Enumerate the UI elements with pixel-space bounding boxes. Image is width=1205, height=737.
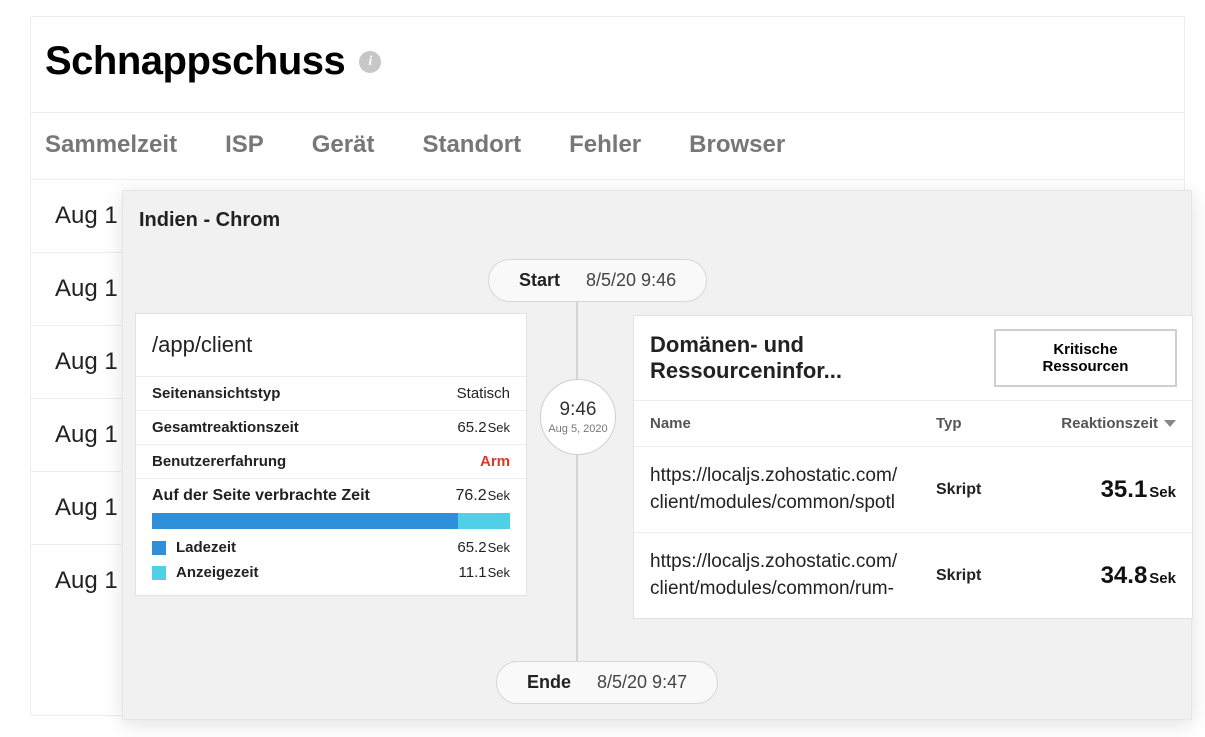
tab-geraet[interactable]: Gerät	[312, 131, 415, 159]
resource-type: Skript	[936, 567, 1026, 585]
resource-row[interactable]: https://localjs.zohostatic.com/ client/m…	[634, 533, 1192, 618]
tab-fehler[interactable]: Fehler	[569, 131, 681, 159]
overlay-title: Indien - Chrom	[123, 191, 1191, 254]
metric-number: 11.1	[459, 564, 487, 581]
resource-reaction-time: 35.1Sek	[1026, 476, 1176, 504]
resource-url-line: https://localjs.zohostatic.com/	[650, 549, 936, 576]
resources-card: Domänen- und Ressourceninfor... Kritisch…	[633, 315, 1193, 619]
legend-view: Anzeigezeit 11.1Sek	[152, 564, 510, 581]
resource-url: https://localjs.zohostatic.com/ client/m…	[650, 549, 936, 602]
metric-value: 65.2Sek	[457, 419, 510, 436]
info-icon[interactable]: i	[359, 51, 381, 73]
bar-viewtime	[458, 513, 510, 529]
resource-reaction-time: 34.8Sek	[1026, 562, 1176, 590]
tab-isp[interactable]: ISP	[225, 131, 304, 159]
page-detail-card: /app/client Seitenansichtstyp Statisch G…	[135, 313, 527, 596]
col-reaction-time[interactable]: Reaktionszeit	[1026, 415, 1176, 432]
metric-unit: Sek	[488, 420, 510, 435]
metric-number: 65.2	[457, 539, 486, 556]
legend-label: Ladezeit	[176, 539, 236, 556]
tabs-bar: Sammelzeit ISP Gerät Standort Fehler Bro…	[31, 113, 1184, 180]
resource-type: Skript	[936, 481, 1026, 499]
metric-unit: Sek	[1149, 484, 1176, 501]
resources-title: Domänen- und Ressourceninfor...	[650, 332, 995, 384]
resource-row[interactable]: https://localjs.zohostatic.com/ client/m…	[634, 447, 1192, 533]
event-time: 9:46	[560, 399, 597, 421]
resources-header: Domänen- und Ressourceninfor... Kritisch…	[634, 316, 1192, 401]
resource-url-line: client/modules/common/spotl	[650, 490, 936, 517]
col-type[interactable]: Typ	[936, 415, 1026, 432]
end-label: Ende	[527, 672, 571, 693]
metric-label: Gesamtreaktionszeit	[152, 419, 299, 436]
detail-title: /app/client	[152, 332, 510, 358]
start-label: Start	[519, 270, 560, 291]
metric-value: Arm	[480, 453, 510, 470]
timeline-start-pill: Start 8/5/20 9:46	[488, 259, 707, 302]
metric-number: 34.8	[1101, 562, 1148, 589]
bar-loadtime	[152, 513, 458, 529]
tab-browser[interactable]: Browser	[689, 131, 825, 159]
col-name[interactable]: Name	[650, 415, 936, 432]
metric-value: 76.2Sek	[455, 487, 510, 505]
metric-label: Benutzererfahrung	[152, 453, 286, 470]
metric-number: 65.2	[457, 419, 486, 436]
metric-timeonpage-block: Auf der Seite verbrachte Zeit 76.2Sek La…	[136, 479, 526, 595]
metric-unit: Sek	[1149, 570, 1176, 587]
swatch-view-icon	[152, 566, 166, 580]
resources-columns: Name Typ Reaktionszeit	[634, 401, 1192, 447]
legend-value: 11.1Sek	[459, 564, 511, 581]
time-bar	[152, 513, 510, 529]
session-overlay: Indien - Chrom Start 8/5/20 9:46 9:46 Au…	[122, 190, 1192, 720]
metric-number: 35.1	[1101, 476, 1148, 503]
detail-header: /app/client	[136, 314, 526, 377]
metric-number: 76.2	[455, 487, 486, 504]
swatch-load-icon	[152, 541, 166, 555]
metric-pageviewtype: Seitenansichtstyp Statisch	[136, 377, 526, 411]
metric-ux: Benutzererfahrung Arm	[136, 445, 526, 479]
page-header: Schnappschuss i	[31, 17, 1184, 113]
legend-value: 65.2Sek	[457, 539, 510, 556]
start-time: 8/5/20 9:46	[586, 270, 676, 291]
event-date: Aug 5, 2020	[548, 423, 607, 435]
metric-unit: Sek	[488, 540, 510, 555]
resource-url-line: https://localjs.zohostatic.com/	[650, 463, 936, 490]
timeline-event-circle[interactable]: 9:46 Aug 5, 2020	[540, 379, 616, 455]
metric-label: Seitenansichtstyp	[152, 385, 280, 402]
tab-sammelzeit[interactable]: Sammelzeit	[45, 131, 217, 159]
metric-totalresponse: Gesamtreaktionszeit 65.2Sek	[136, 411, 526, 445]
legend-load: Ladezeit 65.2Sek	[152, 539, 510, 556]
tab-standort[interactable]: Standort	[422, 131, 561, 159]
col-rt-label: Reaktionszeit	[1061, 415, 1158, 432]
metric-value: Statisch	[457, 385, 510, 402]
critical-resources-button[interactable]: Kritische Ressourcen	[995, 330, 1176, 386]
chevron-down-icon	[1164, 420, 1176, 427]
timeline-end-pill: Ende 8/5/20 9:47	[496, 661, 718, 704]
page-title: Schnappschuss	[45, 39, 345, 84]
resource-url-line: client/modules/common/rum-	[650, 576, 936, 603]
metric-label: Auf der Seite verbrachte Zeit	[152, 487, 370, 505]
metric-unit: Sek	[488, 565, 510, 580]
timeline-line	[576, 287, 578, 677]
legend-label: Anzeigezeit	[176, 564, 259, 581]
end-time: 8/5/20 9:47	[597, 672, 687, 693]
resource-url: https://localjs.zohostatic.com/ client/m…	[650, 463, 936, 516]
metric-unit: Sek	[488, 488, 510, 503]
